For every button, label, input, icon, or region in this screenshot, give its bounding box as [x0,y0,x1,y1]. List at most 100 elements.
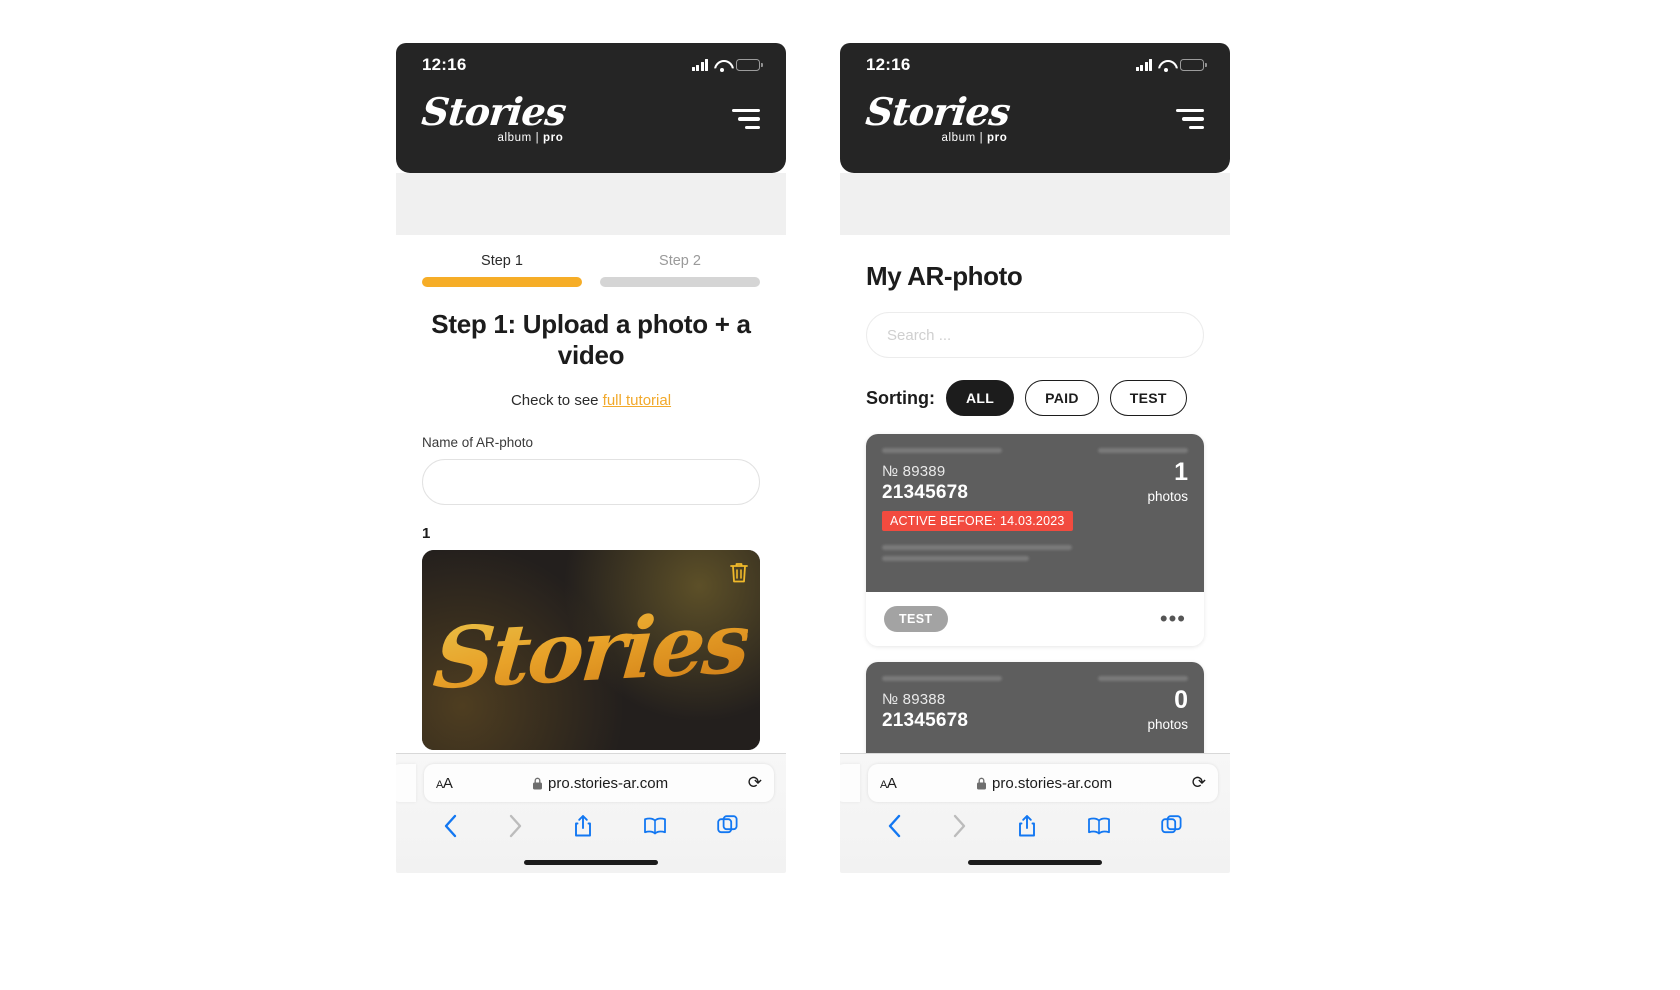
ar-card-number: № 89389 [882,463,946,480]
wifi-icon [1158,59,1174,72]
upload-slot-index: 1 [422,525,431,543]
stories-logo[interactable]: Stories album | pro [419,89,568,145]
logo-subtitle: album | pro [866,132,1009,145]
search-input[interactable] [866,312,1204,358]
status-badge: ACTIVE BEFORE: 14.03.2023 [882,511,1073,531]
logo-wordmark: Stories [863,89,1012,134]
sort-filter-test[interactable]: TEST [1109,380,1187,416]
trash-icon[interactable] [728,560,750,584]
thumbnail-artwork: Stories [422,550,760,751]
share-button[interactable] [573,814,593,838]
status-icons [1135,59,1207,72]
ar-card-photo-count: 1 photos [1147,460,1188,505]
thumbnail-artwork-text: Stories [430,592,752,708]
reload-icon[interactable]: ⟳ [1192,773,1206,793]
safari-address-bar[interactable]: AAAA pro.stories-ar.com ⟳ [424,764,774,802]
ar-card-count-value: 0 [1174,686,1188,714]
step-item-1[interactable]: Step 1 [422,253,582,287]
stories-logo[interactable]: Stories album | pro [863,89,1012,145]
reload-icon[interactable]: ⟳ [748,773,762,793]
wifi-icon [714,59,730,72]
preview-blur-line [1098,676,1188,681]
cellular-bars-icon [1135,59,1152,71]
safari-toolbar-right [840,802,1230,838]
preview-blur-line [882,556,1029,561]
text-size-button[interactable]: AAAA [436,775,453,792]
hamburger-menu-icon[interactable] [732,108,760,129]
bookmarks-button[interactable] [1087,816,1111,836]
previous-tab-edge[interactable] [396,764,416,802]
safari-url-group: pro.stories-ar.com [532,775,668,792]
content-sheet-left: Step 1 Step 2 Step 1: Upload a photo + a… [396,235,786,795]
brand-row-right: Stories album | pro [863,87,1204,145]
safari-url-text: pro.stories-ar.com [992,774,1113,792]
safari-chrome-left: AAAA pro.stories-ar.com ⟳ [396,753,786,873]
bookmarks-button[interactable] [643,816,667,836]
safari-url-row: AAAA pro.stories-ar.com ⟳ [396,754,786,802]
ar-photo-card[interactable]: № 89389 21345678 ACTIVE BEFORE: 14.03.20… [866,434,1204,646]
ar-card-preview-topbar [882,676,1188,681]
status-time: 12:16 [422,55,467,74]
brand-row-left: Stories album | pro [419,87,760,145]
ar-card-tag: TEST [884,606,948,632]
ellipsis-icon[interactable]: ••• [1160,608,1186,630]
ar-card-preview: № 89389 21345678 ACTIVE BEFORE: 14.03.20… [866,434,1204,592]
tabs-button[interactable] [1161,815,1183,837]
full-tutorial-link[interactable]: full tutorial [603,392,671,409]
sort-filter-paid[interactable]: PAID [1025,380,1099,416]
search-group [840,292,1230,358]
step-item-2[interactable]: Step 2 [600,253,760,287]
status-bar-right: 12:16 [866,43,1207,87]
ar-card-footer: TEST ••• [866,592,1204,646]
status-time: 12:16 [866,55,911,74]
share-button[interactable] [1017,814,1037,838]
ar-card-count-unit: photos [1147,489,1188,504]
upload-thumbnail[interactable]: Stories [422,550,760,751]
battery-icon [736,59,763,71]
preview-blur-line [882,676,1002,681]
app-header-left: 12:16 Stories album | pro [396,43,786,173]
safari-url-row: AA pro.stories-ar.com ⟳ [840,754,1230,802]
previous-tab-edge[interactable] [840,764,860,802]
ar-card-photo-count: 0 photos [1147,686,1188,733]
safari-address-bar[interactable]: AA pro.stories-ar.com ⟳ [868,764,1218,802]
step-2-label: Step 2 [659,253,701,269]
tutorial-line: Check to see full tutorial [396,370,786,409]
step-1-bar [422,277,582,287]
text-size-button[interactable]: AA [880,775,897,792]
back-button[interactable] [443,814,458,838]
step-1-label: Step 1 [481,253,523,269]
safari-url-group: pro.stories-ar.com [976,775,1112,792]
forward-button [508,814,523,838]
sorting-row: Sorting: ALL PAID TEST [840,358,1230,416]
ar-card-number: № 89388 [882,691,946,708]
sorting-label: Sorting: [866,387,935,408]
page-title-left: Step 1: Upload a photo + a video [431,309,751,370]
page-background-right [840,173,1230,235]
back-button[interactable] [887,814,902,838]
hamburger-menu-icon[interactable] [1176,108,1204,129]
logo-wordmark: Stories [419,89,568,134]
ar-photo-name-input[interactable] [422,459,760,506]
lock-icon [977,777,987,789]
preview-blur-line [882,448,1002,453]
safari-chrome-right: AA pro.stories-ar.com ⟳ [840,753,1230,873]
phone-screen-right: 12:16 Stories album | pro My AR-photo Se… [840,43,1230,873]
page-title-right: My AR-photo [866,261,1023,291]
upload-thumbnail-wrap: Stories [396,542,786,751]
screenshot-stage: 12:16 Stories album | pro Step 1 Step 2 … [0,0,1680,990]
battery-icon [1180,59,1207,71]
ar-card-code: 21345678 [882,482,969,503]
content-sheet-right: My AR-photo Sorting: ALL PAID TEST [840,235,1230,873]
step-2-bar [600,277,760,287]
tabs-button[interactable] [717,815,739,837]
page-background-left [396,173,786,235]
ar-photo-name-label: Name of AR-photo [422,435,534,451]
sort-filter-all[interactable]: ALL [946,380,1015,416]
status-bar-left: 12:16 [422,43,763,87]
app-header-right: 12:16 Stories album | pro [840,43,1230,173]
home-indicator [968,860,1102,865]
phone-screen-left: 12:16 Stories album | pro Step 1 Step 2 … [396,43,786,873]
safari-toolbar-left [396,802,786,838]
forward-button [952,814,967,838]
